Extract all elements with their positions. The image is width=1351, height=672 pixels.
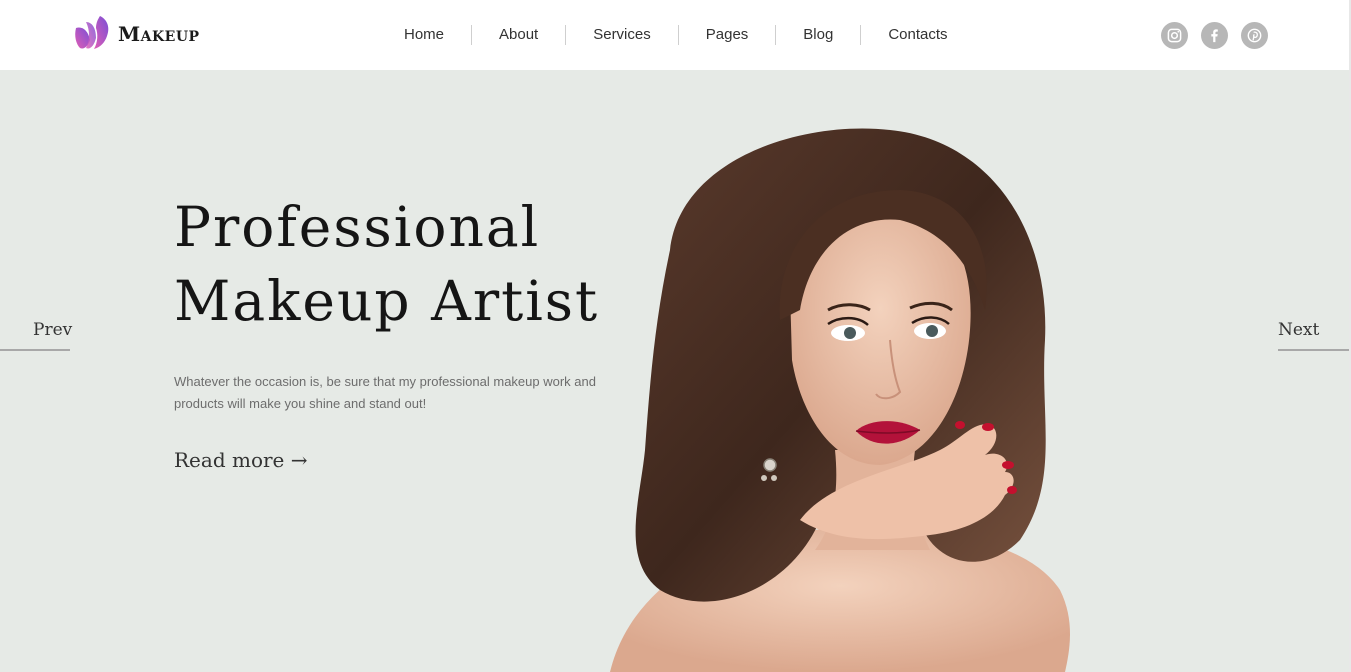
nav-item-blog[interactable]: Blog [776,24,860,46]
butterfly-face-logo-icon [75,16,109,49]
next-label: Next [1278,320,1320,340]
model-portrait-image [610,128,1070,672]
brand-logo[interactable]: Makeup [74,14,200,54]
social-links [1161,22,1268,49]
brand-name: Makeup [118,22,200,46]
next-underline [1278,349,1349,351]
nav-item-pages[interactable]: Pages [679,24,776,46]
instagram-button[interactable] [1161,22,1188,49]
hero-description: Whatever the occasion is, be sure that m… [174,374,596,411]
hero-title-line-1: Professional [174,195,541,259]
hero-slider: Professional Makeup Artist Whatever the … [0,70,1349,672]
facebook-button[interactable] [1201,22,1228,49]
read-more-link[interactable]: Read more → [174,448,308,472]
main-nav: Home About Services Pages Blog Contacts [377,24,975,46]
prev-label: Prev [33,320,73,340]
next-slide-button[interactable]: Next [1278,320,1349,352]
nav-item-services[interactable]: Services [566,24,678,46]
nav-item-contacts[interactable]: Contacts [861,24,974,46]
nav-item-about[interactable]: About [472,24,565,46]
pinterest-icon [1247,28,1262,43]
site-header: Makeup Home About Services Pages Blog Co… [0,0,1351,70]
pinterest-button[interactable] [1241,22,1268,49]
prev-underline [0,349,70,351]
hero-title: Professional Makeup Artist [174,190,634,338]
prev-slide-button[interactable]: Prev [0,320,73,352]
hero-title-line-2: Makeup Artist [174,269,600,333]
nav-item-home[interactable]: Home [377,24,471,46]
instagram-icon [1167,28,1182,43]
facebook-icon [1211,29,1218,43]
